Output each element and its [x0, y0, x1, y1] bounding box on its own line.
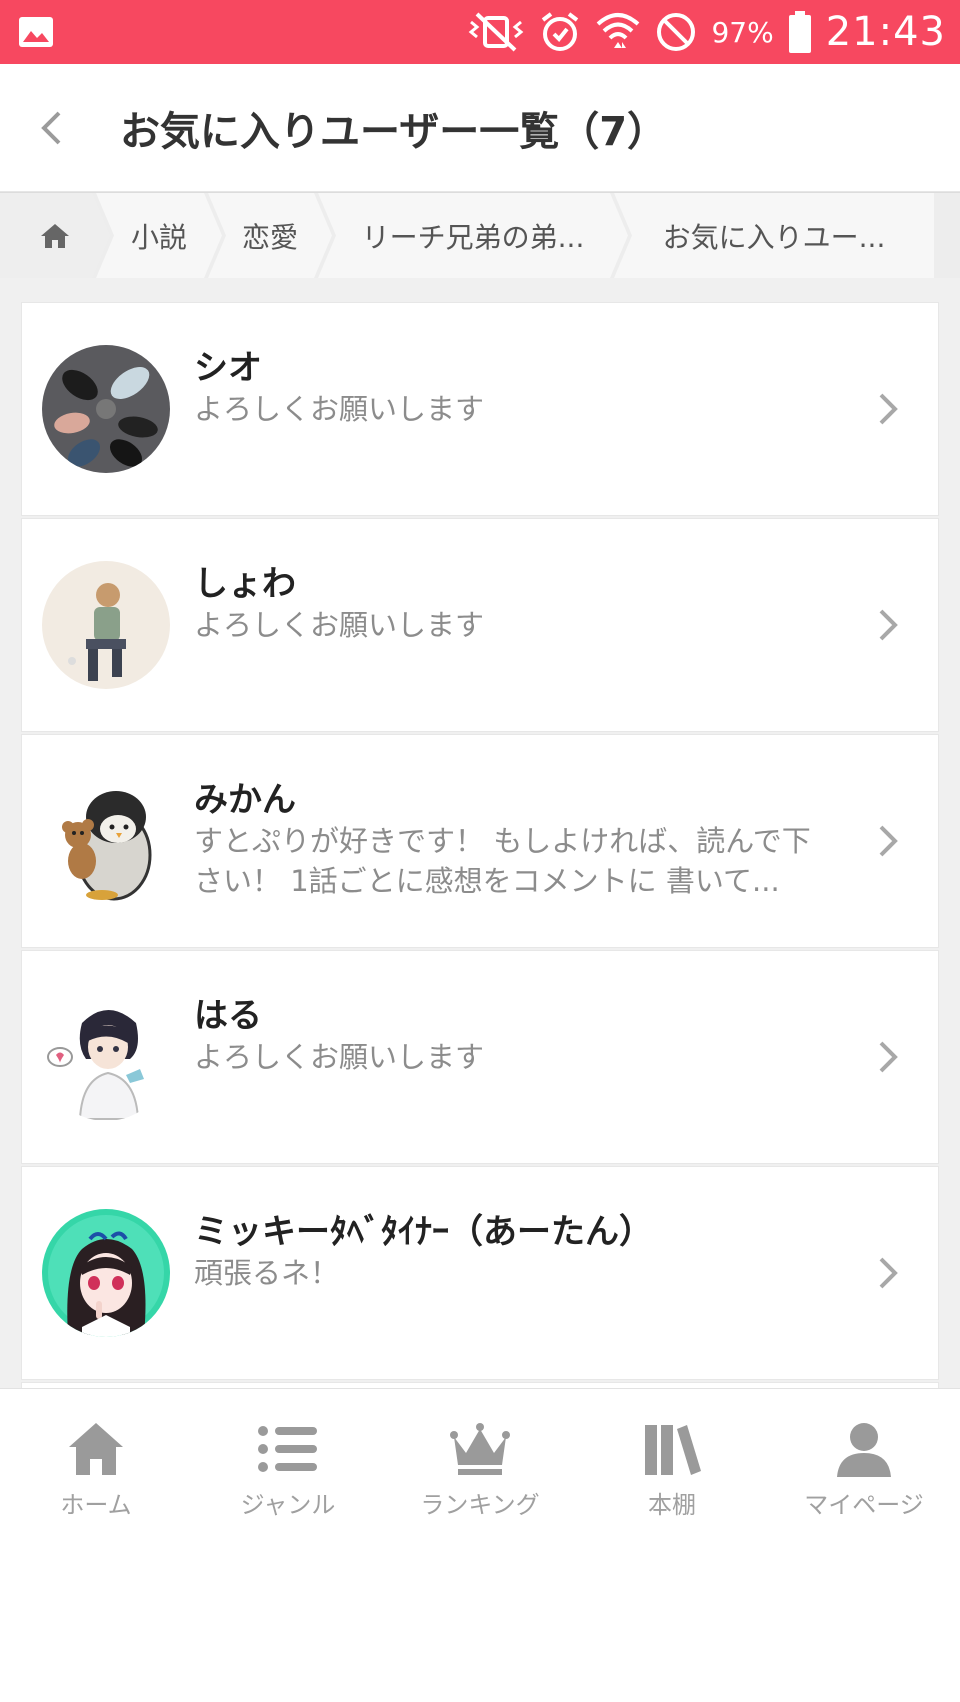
crown-icon	[450, 1421, 510, 1477]
breadcrumb-label: リーチ兄弟の弟...	[361, 220, 585, 254]
breadcrumb: 小説 恋愛 リーチ兄弟の弟... お気に入りユー...	[0, 192, 960, 278]
nav-ranking[interactable]: ランキング	[384, 1389, 576, 1519]
chevron-left-icon	[41, 111, 61, 144]
clock: 21:43	[825, 9, 946, 55]
breadcrumb-home[interactable]	[0, 193, 110, 278]
breadcrumb-item-romance[interactable]: 恋愛	[208, 193, 332, 278]
user-description: よろしくお願いします	[194, 1040, 485, 1074]
nav-label: マイページ	[804, 1491, 924, 1519]
home-icon	[67, 1421, 125, 1477]
avatar[interactable]	[42, 1209, 170, 1337]
list-item[interactable]: みかん すとぷりが好きです！ もしよければ、読んで下さい！ 1話ごとに感想をコメ…	[21, 734, 939, 948]
list-item[interactable]: しょわ よろしくお願いします	[21, 518, 939, 732]
user-name: はる	[194, 996, 262, 1036]
nav-label: 本棚	[648, 1491, 696, 1519]
avatar[interactable]	[42, 777, 170, 905]
person-icon	[835, 1421, 893, 1477]
chevron-right-icon	[879, 1257, 898, 1289]
do-not-disturb-icon	[655, 11, 697, 53]
breadcrumb-item-story[interactable]: リーチ兄弟の弟...	[318, 193, 628, 278]
breadcrumb-item-current[interactable]: お気に入りユー...	[614, 193, 934, 278]
avatar[interactable]	[42, 993, 170, 1121]
page-title: お気に入りユーザー一覧（7）	[120, 108, 668, 155]
breadcrumb-label: お気に入りユー...	[662, 220, 886, 254]
breadcrumb-label: 小説	[130, 220, 187, 254]
user-name: シオ	[194, 348, 262, 388]
user-name: みかん	[194, 780, 296, 820]
list-item[interactable]: ミッキーﾀﾍﾞﾀｲﾅｰ（あーたん） 頑張るネ！	[21, 1166, 939, 1380]
nav-mypage[interactable]: マイページ	[768, 1389, 960, 1519]
back-button[interactable]	[0, 64, 96, 192]
user-description: すとぷりが好きです！ もしよければ、読んで下さい！ 1話ごとに感想をコメントに …	[194, 824, 811, 898]
nav-label: ジャンル	[240, 1491, 336, 1519]
battery-percent: 97%	[711, 15, 774, 49]
nav-bookshelf[interactable]: 本棚	[576, 1389, 768, 1519]
chevron-right-icon	[879, 1041, 898, 1073]
list-icon	[257, 1421, 319, 1477]
breadcrumb-label: 恋愛	[241, 220, 298, 254]
nav-genre[interactable]: ジャンル	[192, 1389, 384, 1519]
bottom-navigation: ホーム ジャンル ランキング 本棚 マイページ	[0, 1388, 960, 1519]
chevron-right-icon	[879, 825, 898, 857]
user-description: 頑張るネ！	[194, 1256, 340, 1290]
list-item[interactable]: シオ よろしくお願いします	[21, 302, 939, 516]
user-name: ミッキーﾀﾍﾞﾀｲﾅｰ（あーたん）	[194, 1212, 653, 1252]
home-icon	[39, 222, 71, 250]
bottom-blank-area	[0, 1518, 960, 1702]
favorite-user-list: シオ よろしくお願いします しょわ よろしくお願いします みかん すとぷりが好き…	[21, 302, 939, 1388]
status-bar: 97% 21:43	[0, 0, 960, 64]
alarm-icon	[539, 11, 581, 53]
image-icon	[18, 16, 54, 48]
user-name: しょわ	[194, 564, 296, 604]
chevron-right-icon	[879, 609, 898, 641]
app-bar: お気に入りユーザー一覧（7）	[0, 64, 960, 192]
nav-home[interactable]: ホーム	[0, 1389, 192, 1519]
avatar[interactable]	[42, 345, 170, 473]
chevron-right-icon	[879, 393, 898, 425]
bookshelf-icon	[643, 1421, 701, 1477]
nav-label: ランキング	[420, 1491, 540, 1519]
vibrate-off-icon	[467, 12, 525, 52]
user-description: よろしくお願いします	[194, 392, 485, 426]
list-item[interactable]: はる よろしくお願いします	[21, 950, 939, 1164]
battery-icon	[788, 11, 812, 53]
nav-label: ホーム	[60, 1491, 132, 1519]
avatar[interactable]	[42, 561, 170, 689]
breadcrumb-item-novel[interactable]: 小説	[96, 193, 222, 278]
wifi-icon	[595, 10, 641, 54]
user-description: よろしくお願いします	[194, 608, 485, 642]
